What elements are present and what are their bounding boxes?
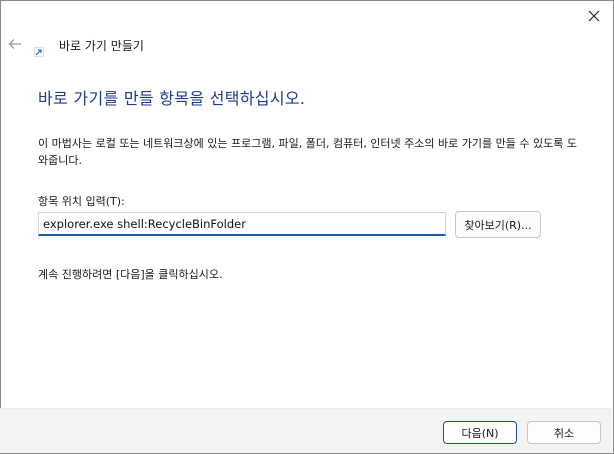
back-arrow-icon [8,39,21,49]
continue-hint: 계속 진행하려면 [다음]을 클릭하십시오. [38,268,223,281]
browse-button[interactable]: 찾아보기(R)... [455,211,541,238]
location-input[interactable] [38,212,446,236]
location-label: 항목 위치 입력(T): [38,195,125,208]
next-button[interactable]: 다음(N) [443,421,517,444]
cancel-button[interactable]: 취소 [527,421,601,444]
close-button[interactable] [580,4,608,28]
dialog-title: 바로 가기 만들기 [59,39,144,53]
page-heading: 바로 가기를 만들 항목을 선택하십시오. [38,89,306,108]
close-icon [588,10,600,22]
wizard-description: 이 마법사는 로컬 또는 네트워크상에 있는 프로그램, 파일, 폴더, 컴퓨터… [38,137,577,167]
back-button[interactable] [6,34,24,54]
shortcut-wizard-icon [34,42,44,57]
button-bar [0,408,612,453]
